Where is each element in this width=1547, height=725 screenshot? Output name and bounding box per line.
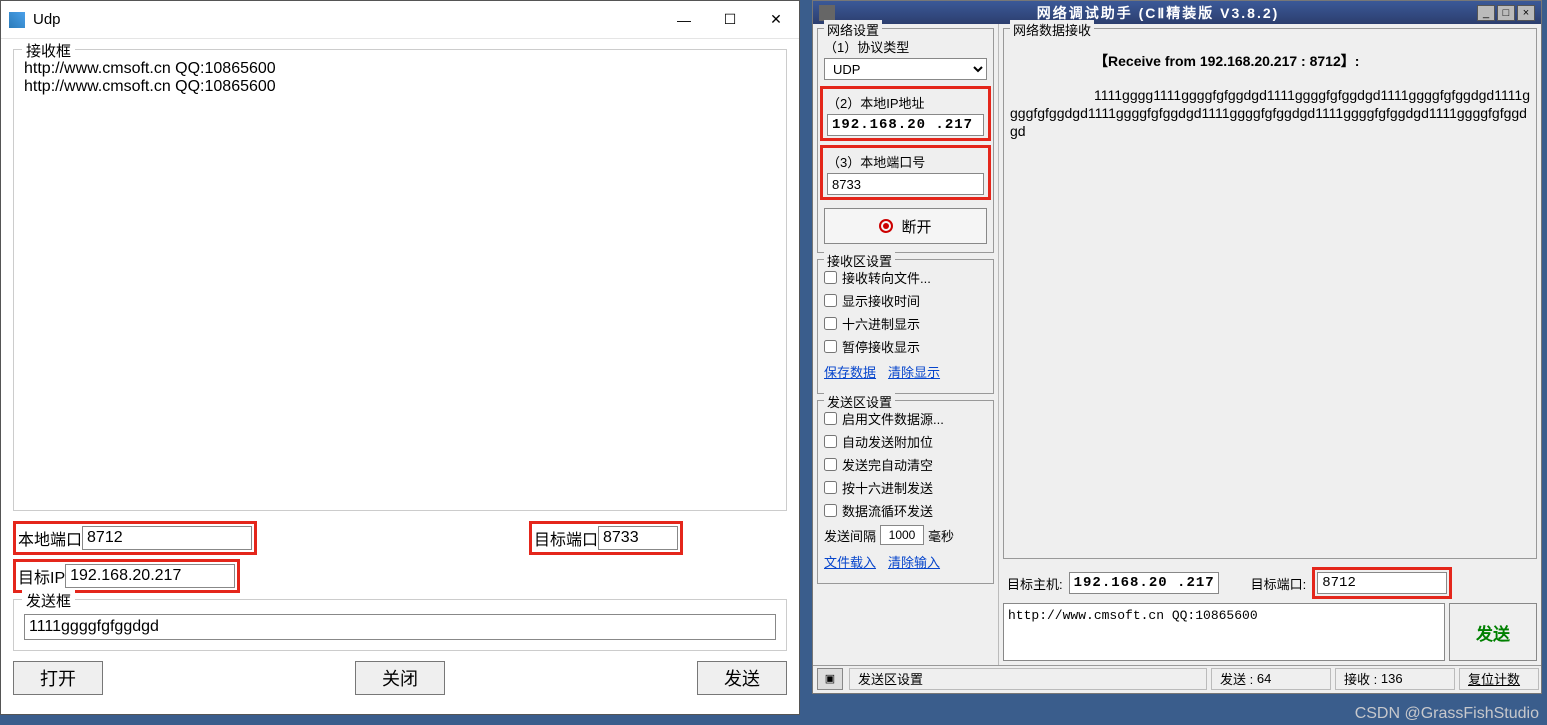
save-data-link[interactable]: 保存数据 [824,362,876,381]
target-row: 目标主机: 目标端口: [999,563,1541,603]
interval-label: 发送间隔 [824,526,876,545]
interval-input[interactable] [880,525,924,545]
target-ip-label: 目标IP [18,564,65,588]
send-label: 发送框 [22,590,75,611]
close-button[interactable]: × [1517,5,1535,21]
send-button[interactable]: 发送 [697,661,787,695]
target-port-label: 目标端口: [1251,574,1307,593]
app-icon [9,12,25,28]
send-settings-label: 发送区设置 [824,392,895,411]
status-send-area: 发送区设置 [849,668,1207,690]
local-port-input[interactable] [827,173,984,195]
target-port-input[interactable] [598,526,678,550]
receive-textbox[interactable]: http://www.cmsoft.cn QQ:10865600 http://… [24,60,776,500]
disconnect-button[interactable]: 断开 [824,208,987,244]
network-settings-group: 网络设置 （1）协议类型 UDP （2）本地IP地址 （3）本地端口号 断开 [817,28,994,253]
network-settings-label: 网络设置 [824,20,882,39]
send-input[interactable] [24,614,776,640]
target-port-input[interactable] [1317,572,1447,594]
settings-panel: 网络设置 （1）协议类型 UDP （2）本地IP地址 （3）本地端口号 断开 接… [813,24,999,665]
local-port-label: 本地端口 [18,526,82,550]
receive-group: 接收框 http://www.cmsoft.cn QQ:10865600 htt… [13,49,787,511]
recv-settings-label: 接收区设置 [824,251,895,270]
receive-text[interactable]: 【Receive from 192.168.20.217 : 8712】: 11… [1010,35,1530,157]
maximize-button[interactable]: □ [1497,5,1515,21]
target-port-label: 目标端口 [534,526,598,550]
send-group: 发送框 [13,599,787,651]
send-textarea[interactable]: http://www.cmsoft.cn QQ:10865600 [1003,603,1445,661]
window-title: 网络调试助手 (CⅡ精装版 V3.8.2) [839,3,1477,23]
titlebar[interactable]: Udp — ☐ ✕ [1,1,799,39]
net-assistant-window: 网络调试助手 (CⅡ精装版 V3.8.2) _ □ × 网络设置 （1）协议类型… [812,0,1542,694]
close-button[interactable]: ✕ [753,4,799,36]
target-host-label: 目标主机: [1007,574,1063,593]
receive-settings-group: 接收区设置 接收转向文件... 显示接收时间 十六进制显示 暂停接收显示 保存数… [817,259,994,394]
send-button[interactable]: 发送 [1449,603,1537,661]
close-button[interactable]: 关闭 [355,661,445,695]
local-port-label: （3）本地端口号 [827,150,984,173]
minimize-button[interactable]: — [661,4,707,36]
receive-area: 网络数据接收 【Receive from 192.168.20.217 : 87… [1003,28,1537,559]
local-ip-input[interactable] [827,114,984,136]
record-icon [879,219,893,233]
clear-input-link[interactable]: 清除输入 [888,552,940,571]
receive-label: 接收框 [22,40,75,61]
target-ip-input[interactable] [65,564,235,588]
hex-send-checkbox[interactable] [824,481,837,494]
local-ip-label: （2）本地IP地址 [827,91,984,114]
recv-count-cell: 接收 : 136 [1335,668,1455,690]
maximize-button[interactable]: ☐ [707,4,753,36]
window-title: Udp [33,11,61,28]
loop-send-checkbox[interactable] [824,504,837,517]
watermark: CSDN @GrassFishStudio [1355,705,1539,723]
pause-recv-checkbox[interactable] [824,340,837,353]
reset-count-link[interactable]: 复位计数 [1459,668,1539,690]
protocol-select[interactable]: UDP [824,58,987,80]
local-port-input[interactable] [82,526,252,550]
status-bar: ▣ 发送区设置 发送 : 64 接收 : 136 复位计数 [813,665,1541,691]
udp-window: Udp — ☐ ✕ 接收框 http://www.cmsoft.cn QQ:10… [0,0,800,715]
show-time-checkbox[interactable] [824,294,837,307]
clear-display-link[interactable]: 清除显示 [888,362,940,381]
target-host-input[interactable] [1069,572,1219,594]
open-button[interactable]: 打开 [13,661,103,695]
app-icon [819,5,835,21]
send-settings-group: 发送区设置 启用文件数据源... 自动发送附加位 发送完自动清空 按十六进制发送… [817,400,994,584]
file-source-checkbox[interactable] [824,412,837,425]
status-icon[interactable]: ▣ [817,668,843,690]
recv-area-label: 网络数据接收 [1010,20,1094,39]
send-count-cell: 发送 : 64 [1211,668,1331,690]
auto-append-checkbox[interactable] [824,435,837,448]
recv-to-file-checkbox[interactable] [824,271,837,284]
minimize-button[interactable]: _ [1477,5,1495,21]
titlebar[interactable]: 网络调试助手 (CⅡ精装版 V3.8.2) _ □ × [813,1,1541,24]
file-load-link[interactable]: 文件载入 [824,552,876,571]
auto-clear-checkbox[interactable] [824,458,837,471]
hex-display-checkbox[interactable] [824,317,837,330]
